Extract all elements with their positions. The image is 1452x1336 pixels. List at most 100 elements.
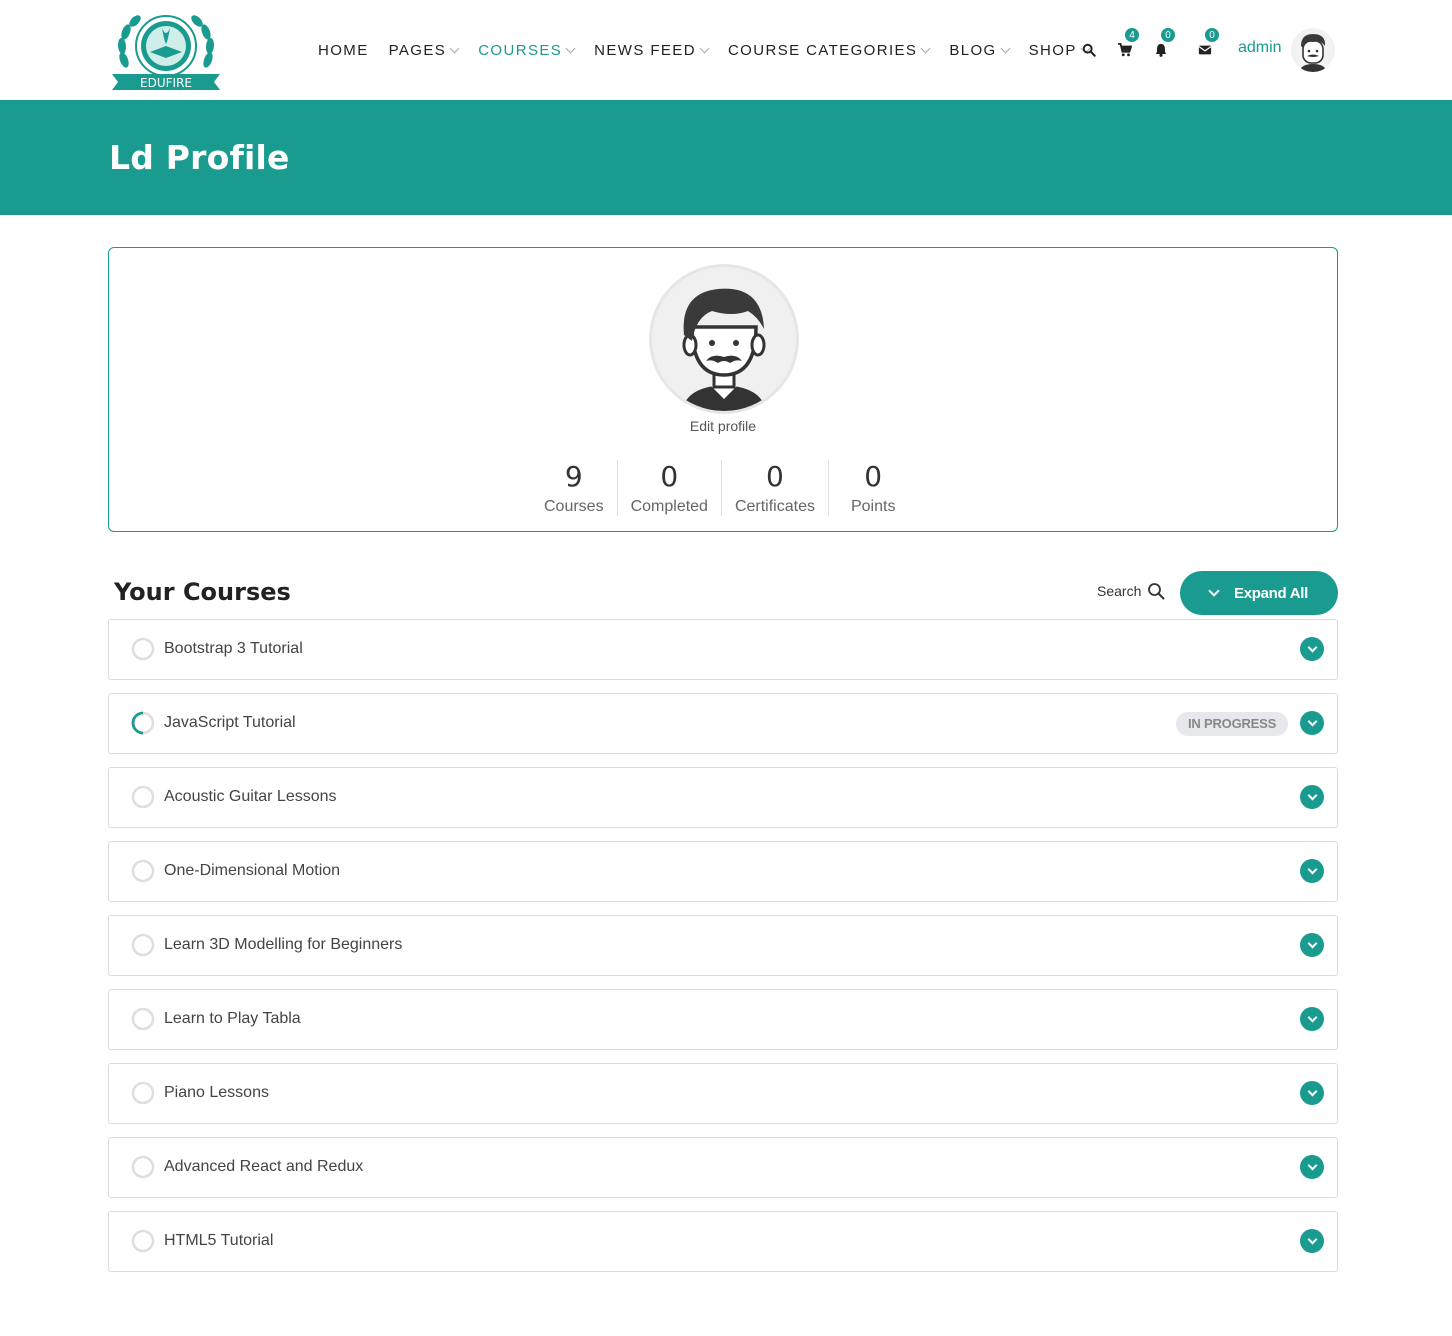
expand-course-button[interactable]	[1300, 711, 1324, 735]
profile-avatar[interactable]	[649, 264, 799, 414]
expand-course-button[interactable]	[1300, 1155, 1324, 1179]
stat-value: 9	[564, 460, 583, 493]
chevron-down-icon	[1307, 642, 1317, 652]
main-nav: HOME PAGES COURSES NEWS FEED COURSE CATE…	[318, 0, 1109, 100]
course-title[interactable]: Piano Lessons	[164, 1084, 269, 1102]
envelope-icon[interactable]: 0	[1196, 27, 1220, 59]
stat-value: 0	[864, 460, 883, 493]
expand-course-button[interactable]	[1300, 859, 1324, 883]
course-title[interactable]: JavaScript Tutorial	[164, 714, 296, 732]
expand-course-button[interactable]	[1300, 1081, 1324, 1105]
stat-label: Courses	[544, 498, 604, 515]
stat-label: Certificates	[734, 498, 815, 515]
stat-label: Completed	[630, 498, 708, 515]
nav-courses-label: COURSES	[478, 41, 563, 59]
course-row[interactable]: JavaScript Tutorial IN PROGRESS	[108, 693, 1338, 754]
logo-text: EDUFIRE	[140, 76, 192, 90]
search-icon[interactable]	[1080, 41, 1098, 59]
site-header: EDUFIRE HOME PAGES COURSES NEWS FEED COU…	[0, 0, 1452, 100]
course-title[interactable]: Advanced React and Redux	[164, 1158, 363, 1176]
nav-pages[interactable]: PAGES	[388, 41, 460, 59]
stat-certificates: 0 Certificates	[722, 460, 829, 516]
chevron-down-icon	[1307, 790, 1317, 800]
course-title[interactable]: Learn to Play Tabla	[164, 1010, 301, 1028]
chevron-down-icon	[1307, 716, 1317, 726]
not-started-icon	[131, 859, 155, 883]
course-list: Bootstrap 3 Tutorial JavaScript Tutorial…	[108, 619, 1338, 1285]
notifications-badge: 0	[1160, 27, 1176, 43]
search-label: Search	[1097, 583, 1142, 599]
nav-home-label: HOME	[318, 41, 369, 59]
course-title[interactable]: Bootstrap 3 Tutorial	[164, 640, 303, 658]
cart-icon[interactable]: 4	[1116, 27, 1140, 59]
nav-news-feed[interactable]: NEWS FEED	[594, 41, 710, 59]
status-badge: IN PROGRESS	[1176, 712, 1289, 736]
chevron-down-icon	[920, 43, 931, 53]
profile-card: Edit profile 9 Courses 0 Completed 0 Cer…	[108, 247, 1338, 532]
expand-all-button[interactable]: Expand All	[1180, 571, 1338, 615]
course-row[interactable]: Piano Lessons	[108, 1063, 1338, 1124]
stat-points: 0 Points	[829, 460, 908, 516]
nav-news-feed-label: NEWS FEED	[594, 41, 696, 59]
course-title[interactable]: One-Dimensional Motion	[164, 862, 340, 880]
header-avatar[interactable]	[1291, 28, 1335, 72]
nav-shop-label: SHOP	[1028, 41, 1077, 59]
course-row[interactable]: One-Dimensional Motion	[108, 841, 1338, 902]
nav-course-categories[interactable]: COURSE CATEGORIES	[727, 41, 931, 59]
chevron-down-icon	[1307, 1012, 1317, 1022]
nav-course-categories-label: COURSE CATEGORIES	[727, 41, 918, 59]
course-row[interactable]: Learn 3D Modelling for Beginners	[108, 915, 1338, 976]
chevron-down-icon	[1307, 864, 1317, 874]
course-row[interactable]: Bootstrap 3 Tutorial	[108, 619, 1338, 680]
course-row[interactable]: HTML5 Tutorial	[108, 1211, 1338, 1272]
not-started-icon	[131, 785, 155, 809]
chevron-down-icon	[449, 43, 460, 53]
in-progress-icon	[131, 711, 155, 735]
stat-courses: 9 Courses	[536, 460, 618, 516]
chevron-down-icon	[1307, 1160, 1317, 1170]
course-title[interactable]: Acoustic Guitar Lessons	[164, 788, 337, 806]
bell-icon[interactable]: 0	[1152, 27, 1176, 59]
stat-value: 0	[766, 460, 784, 493]
messages-badge: 0	[1204, 27, 1220, 43]
user-name[interactable]: admin	[1238, 39, 1282, 57]
course-search-toggle[interactable]: Search	[1097, 582, 1165, 600]
stat-value: 0	[660, 460, 679, 493]
not-started-icon	[131, 1007, 155, 1031]
nav-home[interactable]: HOME	[318, 42, 369, 59]
expand-course-button[interactable]	[1300, 637, 1324, 661]
expand-course-button[interactable]	[1300, 785, 1324, 809]
not-started-icon	[131, 1155, 155, 1179]
header-icons: 4 0 0	[1080, 0, 1232, 100]
chevron-down-icon	[1307, 938, 1317, 948]
cart-badge: 4	[1124, 27, 1140, 43]
course-row[interactable]: Learn to Play Tabla	[108, 989, 1338, 1050]
expand-course-button[interactable]	[1300, 933, 1324, 957]
course-title[interactable]: Learn 3D Modelling for Beginners	[164, 936, 402, 954]
nav-blog-label: BLOG	[949, 41, 997, 59]
nav-blog[interactable]: BLOG	[949, 41, 1011, 59]
chevron-down-icon	[1000, 43, 1011, 53]
page-banner: Ld Profile	[0, 100, 1452, 215]
stat-completed: 0 Completed	[618, 460, 722, 516]
nav-courses[interactable]: COURSES	[478, 41, 576, 59]
page-title: Ld Profile	[109, 138, 290, 177]
expand-course-button[interactable]	[1300, 1229, 1324, 1253]
not-started-icon	[131, 933, 155, 957]
not-started-icon	[131, 637, 155, 661]
expand-course-button[interactable]	[1300, 1007, 1324, 1031]
chevron-down-icon	[1307, 1234, 1317, 1244]
course-row[interactable]: Acoustic Guitar Lessons	[108, 767, 1338, 828]
course-title[interactable]: HTML5 Tutorial	[164, 1232, 273, 1250]
edit-profile-link[interactable]: Edit profile	[109, 418, 1337, 434]
expand-all-label: Expand All	[1234, 584, 1308, 602]
chevron-down-icon	[565, 43, 576, 53]
edufire-logo[interactable]: EDUFIRE	[110, 10, 222, 92]
chevron-down-icon	[1307, 1086, 1317, 1096]
nav-pages-label: PAGES	[388, 41, 447, 59]
search-icon	[1148, 583, 1165, 600]
not-started-icon	[131, 1081, 155, 1105]
chevron-down-icon	[699, 43, 710, 53]
course-row[interactable]: Advanced React and Redux	[108, 1137, 1338, 1198]
not-started-icon	[131, 1229, 155, 1253]
